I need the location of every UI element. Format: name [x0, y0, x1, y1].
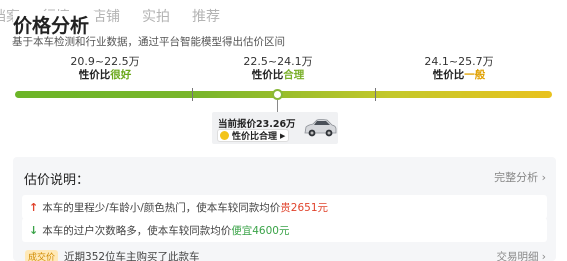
range-value: 24.1~25.7万 — [424, 55, 494, 68]
play-arrow-icon: ▶ — [280, 131, 286, 140]
list-item: ↑ 本车的里程少/车龄小/颜色热门，使本车较同款均价 贵2651元 — [22, 195, 547, 219]
range-value: 22.5~24.1万 — [243, 55, 313, 68]
valuation-panel: 估价说明： 完整分析 › ↑ 本车的里程少/车龄小/颜色热门，使本车较同款均价 … — [13, 157, 556, 261]
current-price-text: 当前报价23.26万 — [218, 119, 296, 130]
item-text: 本车的过户次数略多，使本车较同款均价 — [42, 224, 232, 237]
car-icon — [304, 119, 337, 137]
panel-title: 估价说明： — [24, 173, 90, 188]
range-label: 性价比很好 — [40, 68, 170, 82]
range-prefix: 性价比 — [251, 69, 284, 81]
price-ranges: 20.9~22.5万 性价比很好 22.5~24.1万 性价比合理 24.1~2… — [0, 55, 567, 85]
current-price-box: 当前报价23.26万 性价比合理 ▶ — [212, 112, 338, 144]
deal-row: 成交价 近期352位车主购买了此款车 — [25, 249, 200, 261]
range-divider — [375, 88, 376, 101]
price-gradient-bar — [15, 91, 552, 98]
deal-details-link[interactable]: 交易明细 › — [496, 249, 546, 261]
value-tag-label: 性价比合理 — [232, 132, 278, 142]
item-highlight: 贵2651元 — [280, 201, 329, 214]
full-analysis-link[interactable]: 完整分析 › — [494, 169, 546, 185]
smile-icon — [220, 131, 229, 140]
range-divider — [192, 88, 193, 101]
range-label: 性价比一般 — [394, 68, 524, 82]
page-subtitle: 基于本车检测和行业数据，通过平台智能模型得出估价区间 — [12, 36, 285, 48]
item-text: 本车的里程少/车龄小/颜色热门，使本车较同款均价 — [42, 201, 281, 214]
arrow-down-icon: ↓ — [29, 223, 39, 237]
tab-store[interactable]: 店铺 — [92, 6, 120, 26]
item-highlight: 便宜4600元 — [231, 224, 290, 237]
tab-recommend[interactable]: 推荐 — [192, 6, 220, 26]
deal-text: 近期352位车主购买了此款车 — [64, 250, 200, 261]
range-quality: 合理 — [283, 69, 305, 81]
range-fair: 22.5~24.1万 性价比合理 — [213, 55, 343, 82]
tab-photos[interactable]: 实拍 — [142, 6, 170, 26]
range-good: 20.9~22.5万 性价比很好 — [40, 55, 170, 82]
range-quality: 一般 — [464, 69, 486, 81]
value-tag-button[interactable]: 性价比合理 ▶ — [217, 129, 290, 142]
deal-badge: 成交价 — [25, 249, 59, 261]
range-prefix: 性价比 — [432, 69, 465, 81]
list-item: ↓ 本车的过户次数略多，使本车较同款均价 便宜4600元 — [22, 218, 547, 242]
range-label: 性价比合理 — [213, 68, 343, 82]
arrow-up-icon: ↑ — [29, 200, 39, 214]
range-average: 24.1~25.7万 性价比一般 — [394, 55, 524, 82]
current-price-marker — [272, 89, 283, 100]
range-quality: 很好 — [110, 69, 132, 81]
range-value: 20.9~22.5万 — [70, 55, 140, 68]
range-prefix: 性价比 — [78, 69, 111, 81]
